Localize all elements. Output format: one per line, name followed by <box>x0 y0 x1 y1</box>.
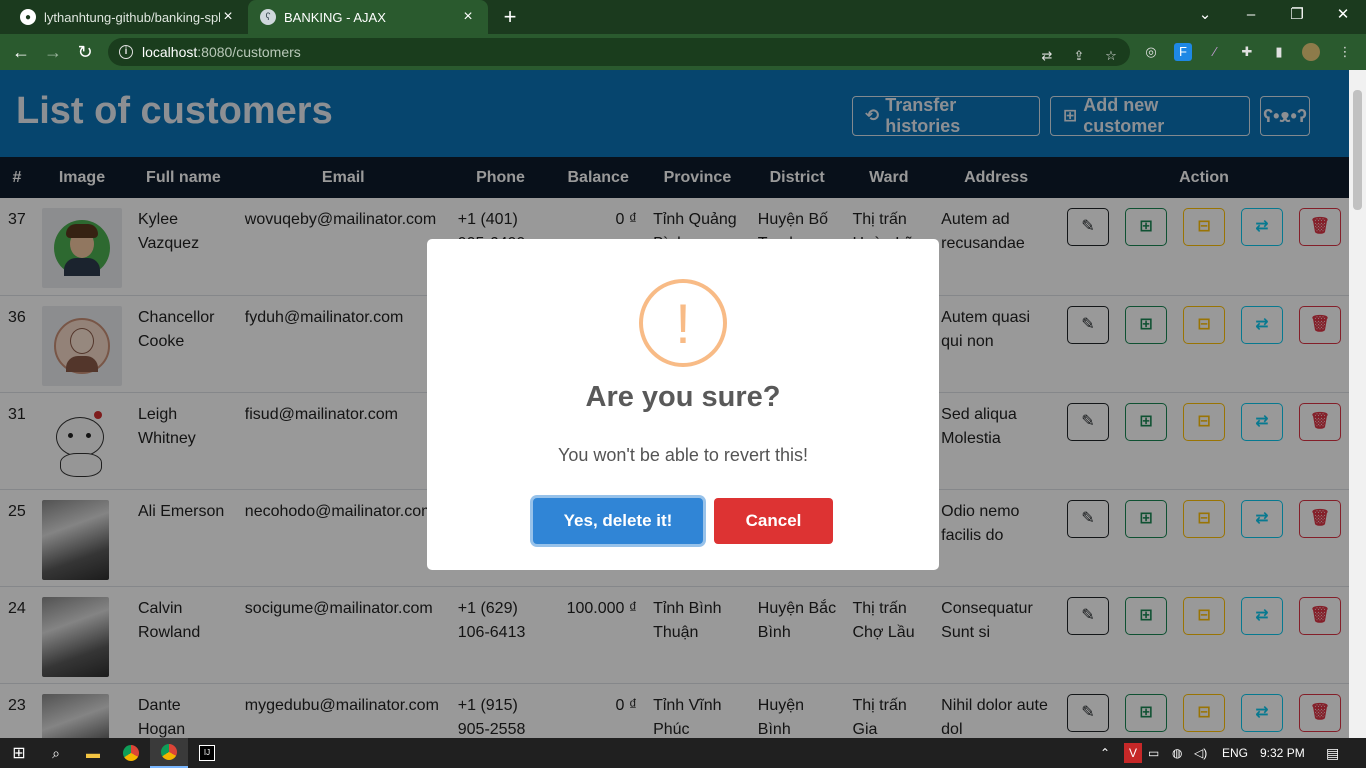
reload-icon[interactable]: ↻ <box>72 40 98 66</box>
scrollbar-thumb[interactable] <box>1353 90 1362 210</box>
volume-icon[interactable]: ◁) <box>1194 738 1207 768</box>
share-icon[interactable]: ⇪ <box>1070 47 1088 65</box>
tab-title: BANKING - AJAX <box>284 9 386 25</box>
chrome-icon[interactable] <box>112 738 150 768</box>
github-icon: ● <box>20 9 36 25</box>
side-panel-icon[interactable]: ▮ <box>1270 43 1288 61</box>
browser-tab-bar: ● lythanhtung-github/banking-spb × ʕ BAN… <box>0 0 1366 34</box>
browser-tab-banking[interactable]: ʕ BANKING - AJAX × <box>248 0 488 34</box>
translate-icon[interactable]: ⇄ <box>1038 47 1056 65</box>
address-bar[interactable]: i localhost:8080/customers ⇄ ⇪ ☆ <box>108 38 1130 66</box>
browser-tab-github[interactable]: ● lythanhtung-github/banking-spb × <box>8 0 248 34</box>
network-icon[interactable]: ◍ <box>1172 738 1182 768</box>
tray-chevron-icon[interactable]: ⌃ <box>1100 738 1110 768</box>
cancel-button[interactable]: Cancel <box>714 498 833 544</box>
page-content: List of customers ⟲ Transfer histories ⊞… <box>0 70 1349 738</box>
bear-icon: ʕ <box>260 9 276 25</box>
browser-toolbar: ← → ↻ i localhost:8080/customers ⇄ ⇪ ☆ ◎… <box>0 34 1366 70</box>
restore-icon[interactable]: ❐ <box>1274 0 1320 34</box>
warning-icon: ! <box>639 279 727 367</box>
dialog-title: Are you sure? <box>585 381 781 413</box>
tab-title: lythanhtung-github/banking-spb <box>44 9 220 25</box>
pen-extension-icon[interactable]: ∕ <box>1206 43 1224 61</box>
new-tab-button[interactable]: + <box>498 4 522 30</box>
fi-extension-icon[interactable]: F <box>1174 43 1192 61</box>
minimize-icon[interactable]: – <box>1228 0 1274 34</box>
battery-icon[interactable]: ▭ <box>1148 738 1159 768</box>
tab-search-icon[interactable]: ⌄ <box>1182 0 1228 34</box>
forward-icon[interactable]: → <box>40 40 66 66</box>
site-info-icon[interactable]: i <box>119 45 133 59</box>
notifications-icon[interactable]: ▤ <box>1326 738 1339 768</box>
bookmark-star-icon[interactable]: ☆ <box>1102 47 1120 65</box>
confirm-delete-dialog: ! Are you sure? You won't be able to rev… <box>427 239 939 570</box>
back-icon[interactable]: ← <box>8 40 34 66</box>
windows-start-icon[interactable]: ⊞ <box>0 738 38 768</box>
url-text: localhost:8080/customers <box>142 44 301 60</box>
window-close-icon[interactable]: ✕ <box>1320 0 1366 34</box>
confirm-delete-button[interactable]: Yes, delete it! <box>533 498 703 544</box>
intellij-icon[interactable]: IJ <box>188 738 226 768</box>
search-icon[interactable]: ⌕ <box>38 738 74 768</box>
extensions-puzzle-icon[interactable]: ✚ <box>1238 43 1256 61</box>
language-indicator[interactable]: ENG <box>1222 738 1248 768</box>
vivaldi-tray-icon[interactable]: V <box>1124 743 1142 763</box>
clock[interactable]: 9:32 PM <box>1260 738 1305 768</box>
close-icon[interactable]: × <box>220 8 236 26</box>
close-icon[interactable]: × <box>460 8 476 26</box>
dialog-message: You won't be able to revert this! <box>558 445 808 465</box>
page-scrollbar[interactable] <box>1349 70 1366 738</box>
compass-extension-icon[interactable]: ◎ <box>1142 43 1160 61</box>
chrome-active-icon[interactable] <box>150 738 188 768</box>
profile-avatar[interactable] <box>1302 43 1320 61</box>
menu-kebab-icon[interactable]: ⋮ <box>1336 43 1354 61</box>
file-explorer-icon[interactable]: ▬ <box>74 738 112 768</box>
windows-taskbar: ⊞ ⌕ ▬ IJ ⌃ V ▭ ◍ ◁) ENG 9:32 PM ▤ <box>0 738 1366 768</box>
